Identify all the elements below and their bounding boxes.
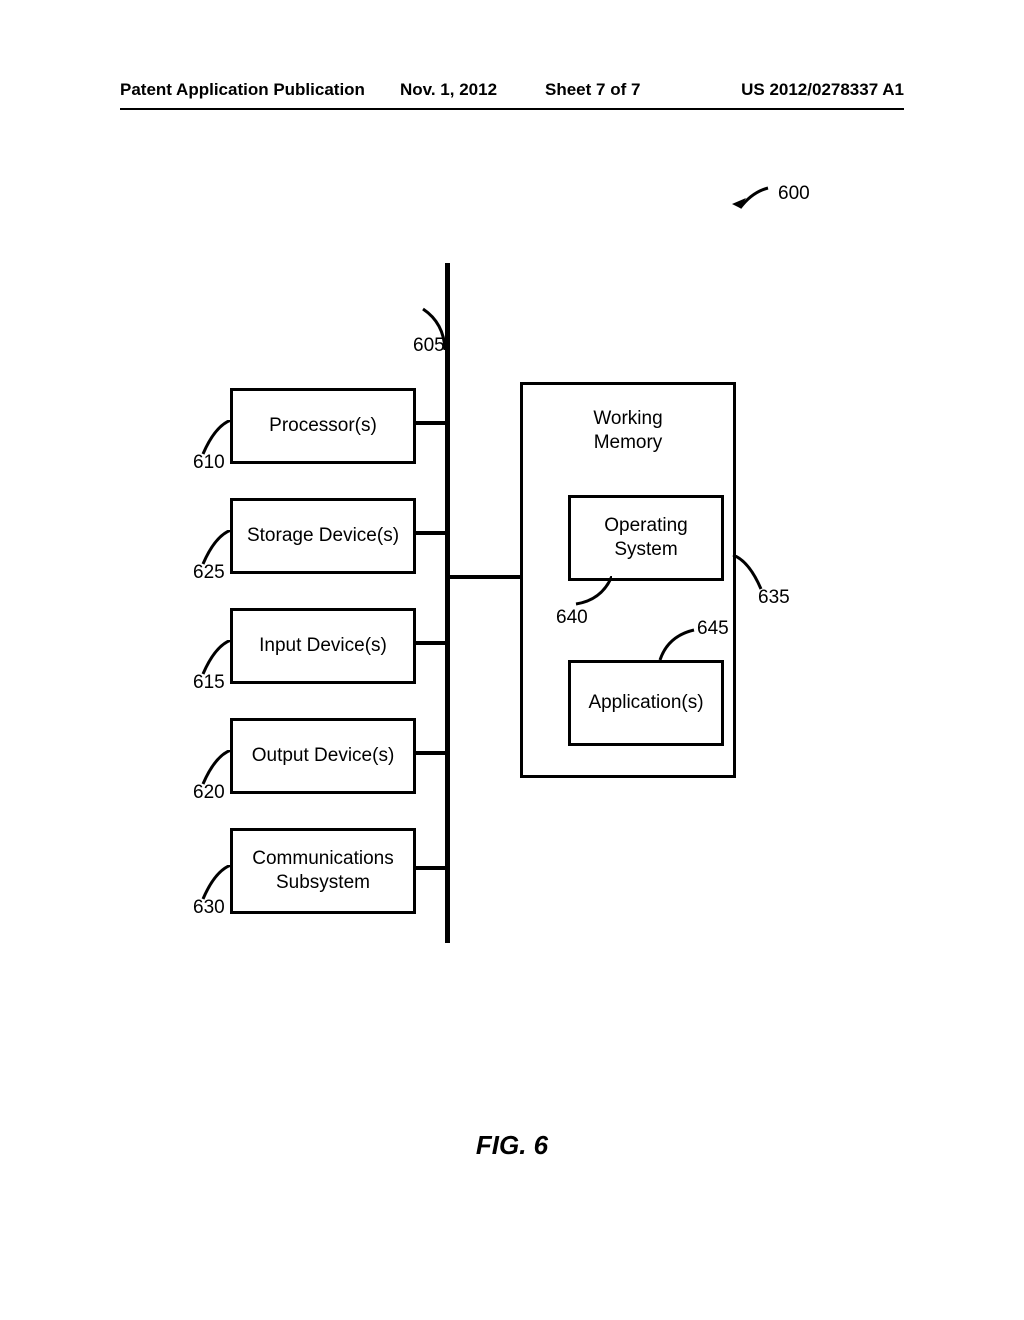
output-box: Output Device(s) bbox=[230, 718, 416, 794]
ref-storage: 625 bbox=[193, 562, 225, 584]
input-box: Input Device(s) bbox=[230, 608, 416, 684]
os-box: Operating System bbox=[568, 495, 724, 581]
ref-os: 640 bbox=[556, 607, 588, 629]
ref-bus: 605 bbox=[413, 335, 445, 357]
diagram: 600 605 Processor(s) 610 Storage Device(… bbox=[0, 0, 1024, 1320]
comms-label: Communications Subsystem bbox=[252, 847, 394, 895]
input-connector bbox=[413, 641, 445, 645]
ref-processor: 610 bbox=[193, 452, 225, 474]
comms-box: Communications Subsystem bbox=[230, 828, 416, 914]
ref-app: 645 bbox=[697, 618, 729, 640]
comms-connector bbox=[413, 866, 445, 870]
ref-workingmem: 635 bbox=[758, 587, 790, 609]
app-box: Application(s) bbox=[568, 660, 724, 746]
output-label: Output Device(s) bbox=[252, 744, 395, 768]
processor-label: Processor(s) bbox=[269, 414, 377, 438]
working-memory-box: Working Memory Operating System Applicat… bbox=[520, 382, 736, 778]
input-label: Input Device(s) bbox=[259, 634, 387, 658]
storage-label: Storage Device(s) bbox=[247, 524, 399, 548]
ref-input: 615 bbox=[193, 672, 225, 694]
bus-line bbox=[445, 263, 450, 943]
figure-caption: FIG. 6 bbox=[0, 1130, 1024, 1161]
page: Patent Application Publication Nov. 1, 2… bbox=[0, 0, 1024, 1320]
output-connector bbox=[413, 751, 445, 755]
system-pointer-arrow bbox=[730, 186, 770, 216]
processor-box: Processor(s) bbox=[230, 388, 416, 464]
ref-output: 620 bbox=[193, 782, 225, 804]
os-leadline bbox=[572, 576, 612, 608]
memory-connector bbox=[450, 575, 520, 579]
ref-system: 600 bbox=[778, 183, 810, 205]
working-memory-label: Working Memory bbox=[523, 407, 733, 455]
ref-comms: 630 bbox=[193, 897, 225, 919]
storage-box: Storage Device(s) bbox=[230, 498, 416, 574]
storage-connector bbox=[413, 531, 445, 535]
os-label: Operating System bbox=[604, 514, 687, 562]
app-leadline bbox=[658, 628, 698, 660]
app-label: Application(s) bbox=[588, 691, 703, 715]
processor-connector bbox=[413, 421, 445, 425]
